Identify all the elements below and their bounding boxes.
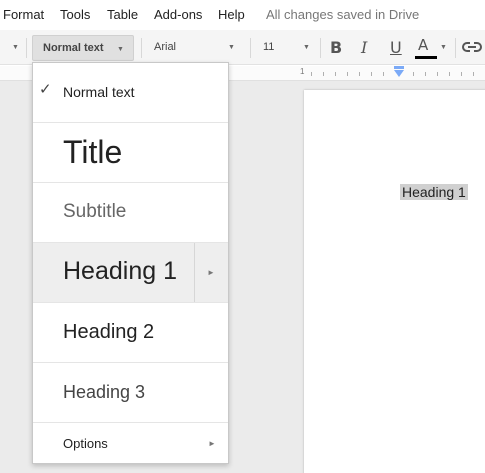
menu-item-label: Title (63, 134, 123, 170)
save-status: All changes saved in Drive (266, 7, 420, 22)
ruler-tick (371, 72, 372, 76)
chevron-down-icon[interactable]: ▼ (12, 44, 19, 51)
ruler-tick (311, 72, 312, 76)
paragraph-style-select[interactable]: Normal text ▼ (32, 35, 134, 61)
ruler-tick (383, 72, 384, 76)
menu-bar: Format Tools Table Add-ons Help All chan… (0, 0, 485, 30)
chevron-down-icon: ▼ (117, 46, 124, 53)
paragraph-style-value: Normal text (43, 42, 104, 54)
toolbar-divider (26, 38, 27, 58)
chevron-down-icon[interactable]: ▼ (440, 44, 447, 51)
bold-icon[interactable]: B (330, 38, 342, 57)
paragraph-style-menu: ✓ Normal text Title Subtitle Heading 1 ►… (32, 62, 229, 464)
font-size-select[interactable]: 11 (263, 41, 274, 53)
toolbar-divider (320, 38, 321, 58)
toolbar-divider (250, 38, 251, 58)
menu-item-heading-3[interactable]: Heading 3 (33, 363, 228, 423)
check-icon: ✓ (39, 81, 52, 98)
document-page[interactable]: Heading 1 (304, 90, 485, 473)
chevron-right-icon: ► (207, 268, 215, 277)
underline-icon[interactable]: U (390, 38, 402, 57)
menu-format[interactable]: Format (3, 7, 44, 22)
ruler-tick (461, 72, 462, 76)
menu-item-label: Heading 2 (63, 321, 155, 343)
indent-marker[interactable] (394, 70, 404, 77)
ruler-number: 1 (300, 67, 305, 76)
text-color-swatch (415, 56, 437, 59)
ruler-tick (449, 72, 450, 76)
menu-item-label: Subtitle (63, 201, 127, 222)
menu-item-normal-text[interactable]: ✓ Normal text (33, 63, 228, 123)
menu-item-subtitle[interactable]: Subtitle (33, 183, 228, 243)
toolbar-divider (141, 38, 142, 58)
chevron-down-icon[interactable]: ▼ (303, 44, 310, 51)
menu-item-heading-1[interactable]: Heading 1 ► (33, 243, 228, 303)
menu-table[interactable]: Table (107, 7, 138, 22)
ruler-tick (473, 72, 474, 76)
ruler-tick (335, 72, 336, 76)
ruler-tick (437, 72, 438, 76)
italic-icon[interactable]: I (361, 38, 367, 57)
selected-heading-text[interactable]: Heading 1 (400, 184, 468, 200)
ruler-tick (347, 72, 348, 76)
ruler-tick (323, 72, 324, 76)
menu-item-label: Heading 3 (63, 382, 146, 402)
ruler-tick (413, 72, 414, 76)
menu-item-options[interactable]: Options ► (33, 423, 228, 463)
menu-item-title[interactable]: Title (33, 123, 228, 183)
toolbar: ▼ Normal text ▼ Arial ▼ 11 ▼ B I U A ▼ (0, 30, 485, 65)
menu-tools[interactable]: Tools (60, 7, 90, 22)
indent-marker-top[interactable] (394, 66, 404, 69)
menu-add-ons[interactable]: Add-ons (154, 7, 202, 22)
menu-item-heading-2[interactable]: Heading 2 (33, 303, 228, 363)
font-family-select[interactable]: Arial (154, 41, 176, 53)
text-color-icon[interactable]: A (418, 36, 428, 54)
toolbar-divider (455, 38, 456, 58)
menu-item-label: Heading 1 (63, 257, 177, 285)
menu-item-label: Normal text (63, 84, 135, 100)
menu-help[interactable]: Help (218, 7, 245, 22)
link-icon[interactable] (462, 40, 482, 59)
menu-item-label: Options (63, 436, 108, 451)
chevron-right-icon: ► (208, 439, 216, 448)
submenu-button[interactable]: ► (194, 243, 228, 302)
ruler-tick (425, 72, 426, 76)
chevron-down-icon[interactable]: ▼ (228, 44, 235, 51)
ruler-tick (359, 72, 360, 76)
